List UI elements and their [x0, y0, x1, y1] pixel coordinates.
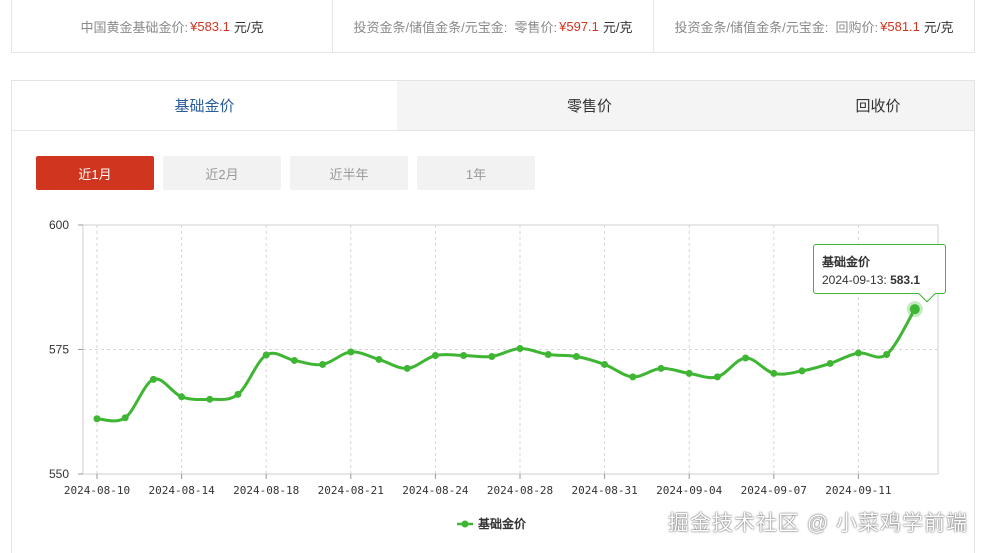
y-tick-label: 575 [49, 343, 69, 357]
watermark: 掘金技术社区 @ 小菜鸡学前端 [668, 512, 968, 535]
data-point [713, 373, 721, 381]
data-point [488, 352, 496, 360]
data-point [742, 354, 750, 362]
data-point [629, 373, 637, 381]
x-tick-label: 2024-08-24 [402, 484, 469, 497]
chart-legend: 基础金价 [457, 516, 527, 531]
data-point [909, 304, 920, 315]
series-line-base-price [95, 307, 917, 423]
legend-label: 基础金价 [477, 516, 527, 531]
y-tick-label: 550 [49, 467, 69, 481]
y-tick-label: 600 [49, 218, 69, 232]
data-point [883, 350, 891, 358]
x-axis-ticks: 2024-08-10 2024-08-14 2024-08-18 2024-08-21… [64, 474, 892, 497]
data-point [685, 369, 693, 377]
data-point [149, 375, 157, 383]
x-tick-label: 2024-08-18 [233, 484, 299, 497]
tooltip-date: 2024-09-13: [822, 273, 887, 287]
x-tick-label: 2024-08-14 [148, 484, 215, 497]
data-point [657, 364, 665, 372]
data-point [93, 415, 101, 423]
data-point [178, 393, 186, 401]
data-point [826, 359, 834, 367]
data-point [572, 352, 580, 360]
data-point [770, 369, 778, 377]
x-tick-label: 2024-08-21 [318, 484, 384, 497]
data-point [206, 395, 214, 403]
chart-tooltip: 基础金价 2024-09-13: 583.1 [813, 244, 946, 303]
data-point [262, 351, 270, 359]
x-tick-label: 2024-09-04 [656, 484, 723, 497]
data-point [403, 364, 411, 372]
data-point [516, 345, 524, 353]
data-point [319, 360, 327, 368]
data-point [290, 356, 298, 364]
data-point [854, 349, 862, 357]
x-tick-label: 2024-09-07 [741, 484, 807, 497]
data-point [601, 360, 609, 368]
legend-dot-marker [461, 520, 469, 528]
tooltip-title: 基础金价 [822, 255, 871, 269]
data-point [375, 355, 383, 363]
x-tick-label: 2024-08-10 [64, 484, 130, 497]
data-point [431, 351, 439, 359]
tooltip-value: 583.1 [890, 273, 921, 287]
y-axis-ticks: 600 575 550 [49, 218, 83, 481]
x-tick-label: 2024-08-28 [487, 484, 553, 497]
tooltip-row: 2024-09-13: 583.1 [822, 273, 937, 287]
data-point [460, 351, 468, 359]
data-point [347, 348, 355, 356]
data-point [544, 350, 552, 358]
data-point [121, 414, 129, 422]
series-points [93, 301, 923, 423]
x-tick-label: 2024-09-11 [825, 484, 891, 497]
data-point [798, 367, 806, 375]
x-tick-label: 2024-08-31 [571, 484, 637, 497]
data-point [234, 390, 242, 398]
